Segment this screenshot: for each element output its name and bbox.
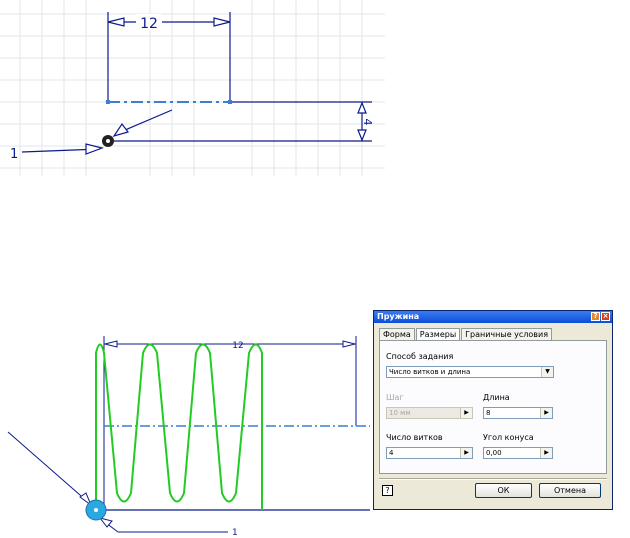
pitch-input: 10 мм ▶	[386, 407, 473, 419]
spring-coil[interactable]	[95, 343, 263, 511]
method-select[interactable]: Число витков и длина ▼	[386, 366, 554, 378]
close-icon[interactable]: ×	[601, 312, 610, 321]
dialog-separator	[379, 478, 607, 480]
length-arrow-icon[interactable]: ▶	[540, 408, 552, 418]
sketch-top-view: 12 4 1	[0, 0, 385, 176]
length-input[interactable]: 8 ▶	[483, 407, 553, 419]
title-help-icon[interactable]: ?	[591, 312, 600, 321]
leader-label: 1	[10, 147, 18, 162]
width-dim-value[interactable]: 12	[140, 16, 158, 32]
dimensions-panel: Способ задания Число витков и длина ▼ Ша…	[379, 340, 607, 474]
method-select-value: Число витков и длина	[389, 368, 471, 376]
chevron-down-icon[interactable]: ▼	[541, 367, 553, 377]
sketch-grid	[0, 0, 385, 176]
turns-input-value: 4	[389, 449, 394, 457]
ok-button[interactable]: ОК	[475, 483, 532, 498]
height-dim-value[interactable]: 4	[361, 119, 374, 126]
turns-label: Число витков	[386, 433, 443, 442]
dialog-tabs: Форма Размеры Граничные условия	[379, 328, 553, 341]
pitch-arrow-icon: ▶	[460, 408, 472, 418]
spring-leaders	[7, 431, 228, 533]
dialog-title: Пружина	[377, 312, 420, 321]
spring-width-dim-value[interactable]: 12	[232, 341, 243, 351]
turns-input[interactable]: 4 ▶	[386, 447, 473, 459]
pitch-input-value: 10 мм	[389, 409, 411, 417]
axis-point-center	[94, 508, 98, 512]
spring-preview: 12 1	[7, 336, 370, 538]
taper-arrow-icon[interactable]: ▶	[540, 448, 552, 458]
axis-point-center	[106, 139, 110, 143]
cancel-button[interactable]: Отмена	[539, 483, 601, 498]
width-dimension[interactable]	[107, 12, 231, 102]
pitch-label: Шаг	[386, 393, 404, 402]
spring-dialog: Пружина ? × Форма Размеры Граничные усло…	[373, 310, 613, 510]
tab-boundary-conditions[interactable]: Граничные условия	[461, 328, 553, 340]
dialog-titlebar[interactable]: Пружина ? ×	[374, 311, 612, 323]
tab-form[interactable]: Форма	[379, 328, 415, 340]
length-label: Длина	[483, 393, 510, 402]
spring-leader-label: 1	[232, 528, 238, 538]
turns-arrow-icon[interactable]: ▶	[460, 448, 472, 458]
taper-input[interactable]: 0,00 ▶	[483, 447, 553, 459]
method-label: Способ задания	[386, 352, 454, 361]
help-icon[interactable]: ?	[382, 485, 393, 496]
taper-label: Угол конуса	[483, 433, 534, 442]
taper-input-value: 0,00	[486, 449, 502, 457]
length-input-value: 8	[486, 409, 491, 417]
